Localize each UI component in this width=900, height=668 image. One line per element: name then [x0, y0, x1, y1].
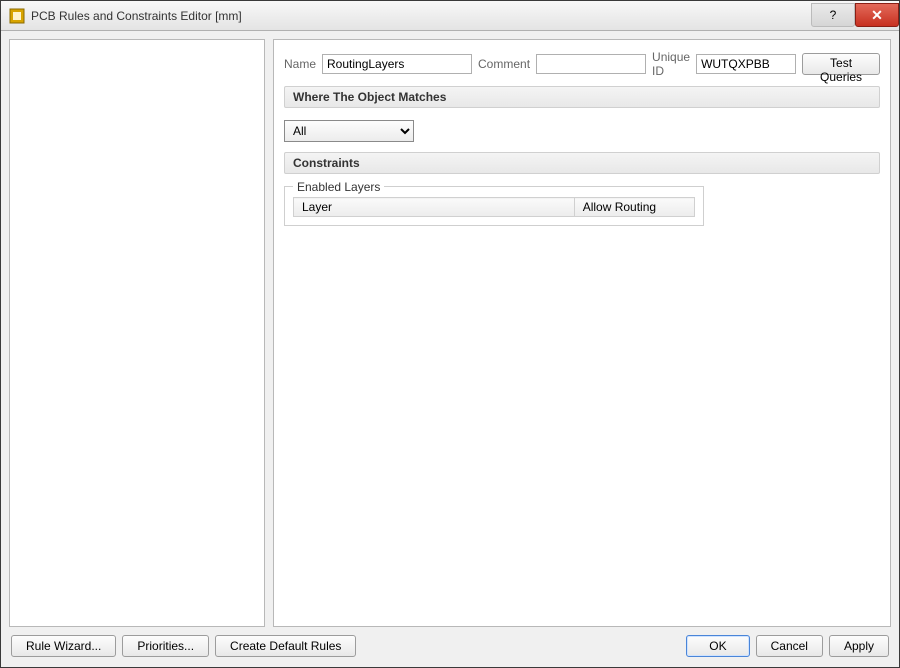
rule-wizard-button[interactable]: Rule Wizard... — [11, 635, 116, 657]
constraints-heading: Constraints — [284, 152, 880, 174]
unique-id-label: Unique ID — [652, 50, 690, 78]
name-label: Name — [284, 57, 316, 71]
help-icon: ? — [830, 8, 837, 22]
cancel-button[interactable]: Cancel — [756, 635, 823, 657]
col-layer[interactable]: Layer — [294, 198, 575, 217]
rule-details-panel: Name Comment Unique ID Test Queries Wher… — [273, 39, 891, 627]
dialog-footer: Rule Wizard... Priorities... Create Defa… — [1, 627, 899, 667]
enabled-layers-table: Layer Allow Routing — [293, 197, 695, 217]
col-allow-routing[interactable]: Allow Routing — [574, 198, 694, 217]
rules-tree-panel[interactable] — [9, 39, 265, 627]
match-scope-dropdown[interactable]: All — [284, 120, 414, 142]
enabled-layers-legend: Enabled Layers — [293, 180, 384, 194]
window-title: PCB Rules and Constraints Editor [mm] — [31, 9, 811, 23]
comment-field[interactable] — [536, 54, 646, 74]
create-default-rules-button[interactable]: Create Default Rules — [215, 635, 356, 657]
help-button[interactable]: ? — [811, 3, 855, 27]
close-icon: ✕ — [871, 7, 883, 24]
rule-id-row: Name Comment Unique ID Test Queries — [284, 50, 880, 78]
close-button[interactable]: ✕ — [855, 3, 899, 27]
name-field[interactable] — [322, 54, 472, 74]
titlebar: PCB Rules and Constraints Editor [mm] ? … — [1, 1, 899, 31]
comment-label: Comment — [478, 57, 530, 71]
priorities-button[interactable]: Priorities... — [122, 635, 209, 657]
match-heading: Where The Object Matches — [284, 86, 880, 108]
work-area: Name Comment Unique ID Test Queries Wher… — [1, 31, 899, 627]
unique-id-field[interactable] — [696, 54, 796, 74]
enabled-layers-group: Enabled Layers Layer Allow Routing — [284, 186, 704, 226]
app-icon — [9, 8, 25, 24]
apply-button[interactable]: Apply — [829, 635, 889, 657]
test-queries-button[interactable]: Test Queries — [802, 53, 880, 75]
dialog-window: PCB Rules and Constraints Editor [mm] ? … — [0, 0, 900, 668]
ok-button[interactable]: OK — [686, 635, 749, 657]
